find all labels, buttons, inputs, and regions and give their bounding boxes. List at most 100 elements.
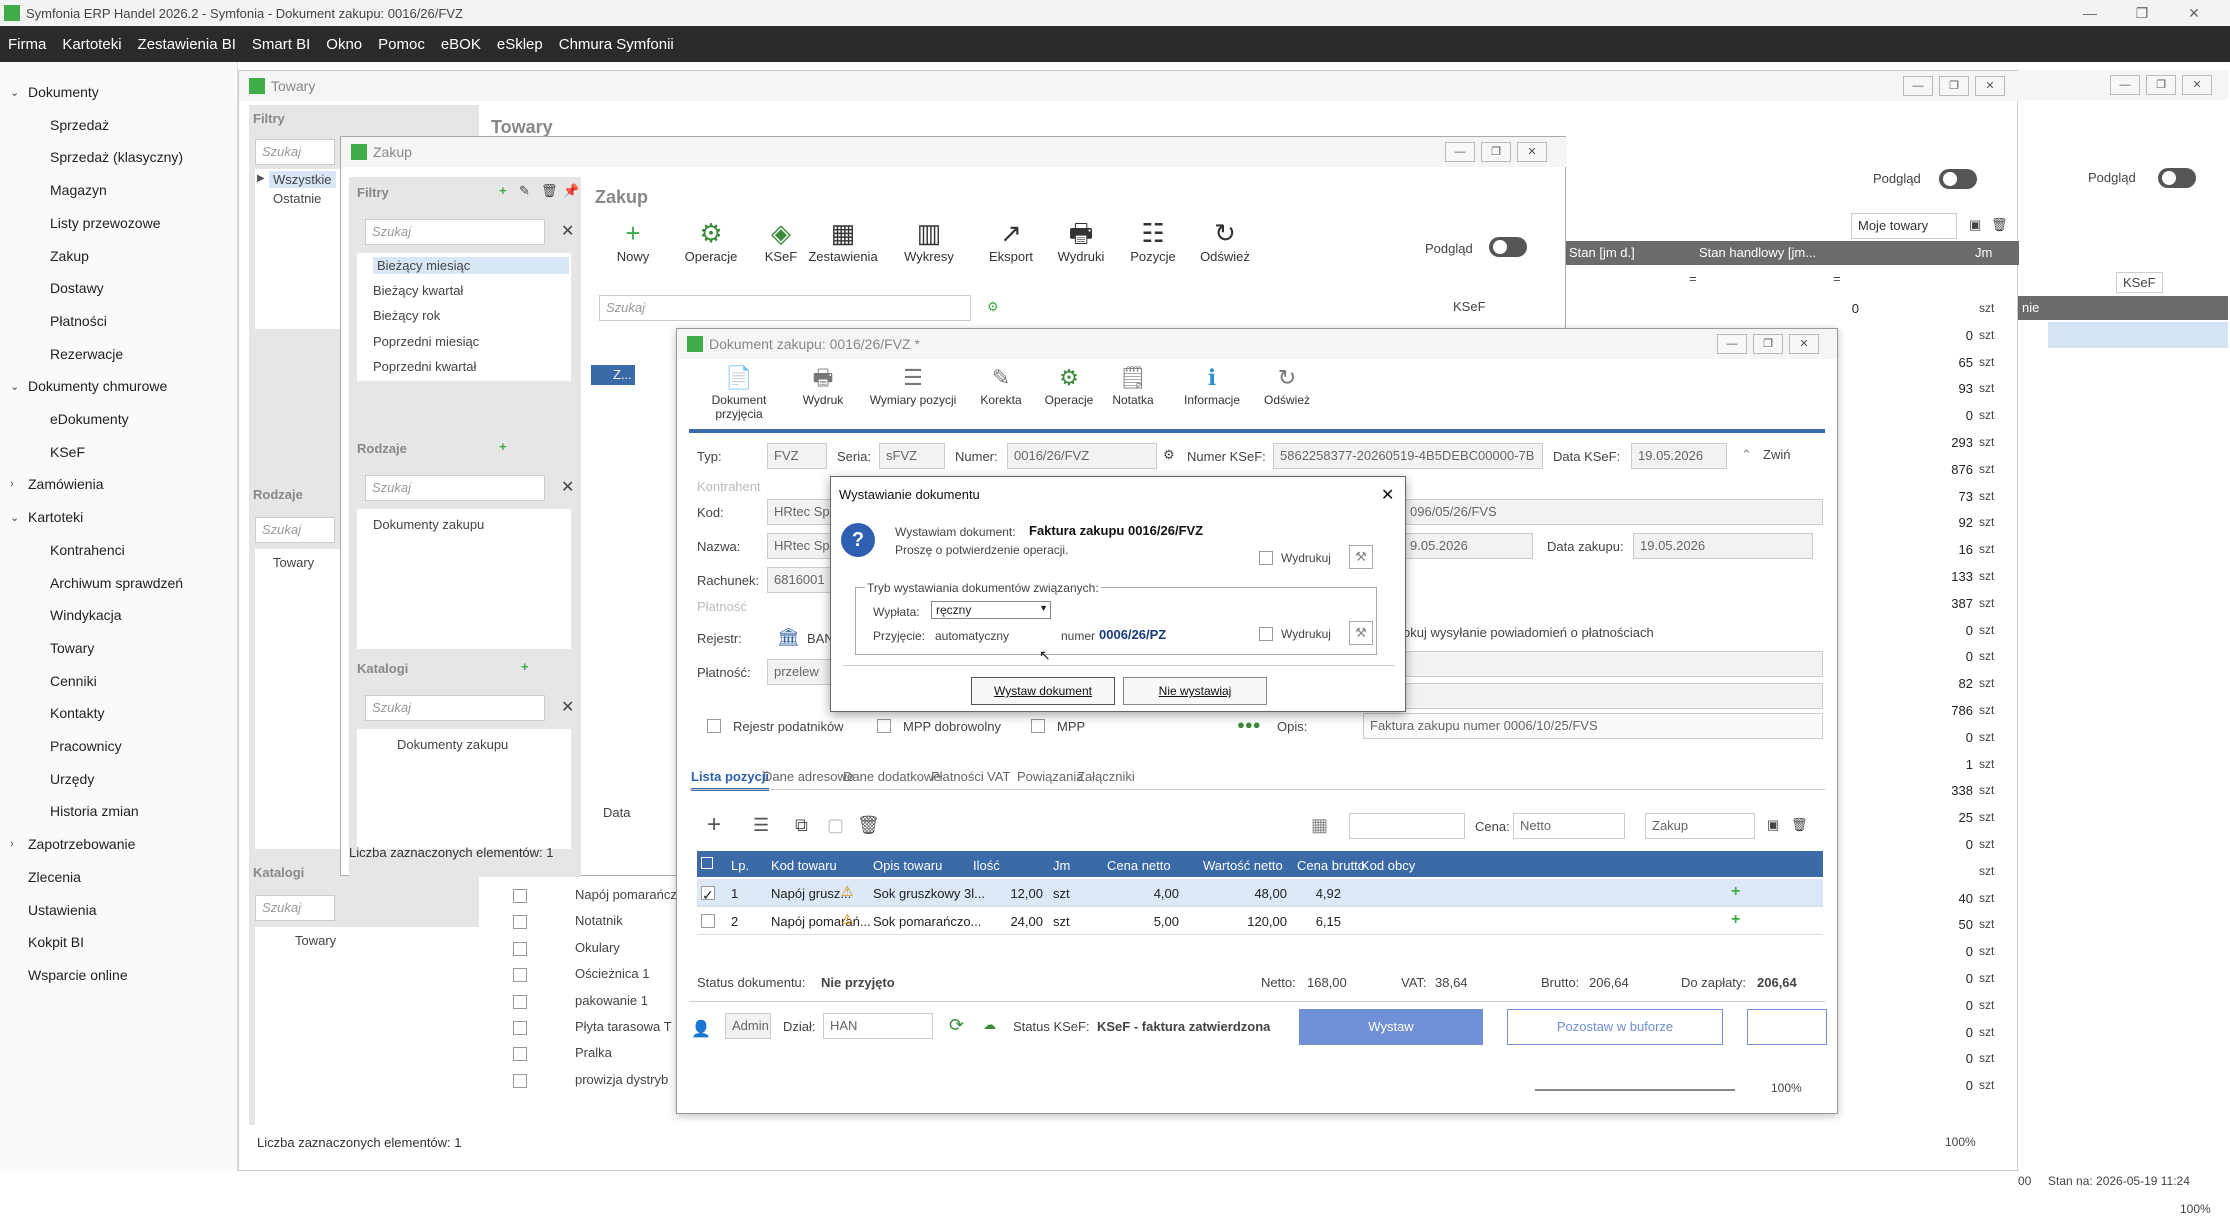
chevron-right-icon[interactable]: › bbox=[10, 478, 14, 490]
row-checkbox[interactable] bbox=[513, 994, 527, 1009]
menu-item[interactable]: Pomoc bbox=[370, 36, 433, 53]
rodzaj-item[interactable]: Towary bbox=[273, 555, 314, 570]
data-ksef-field[interactable]: 19.05.2026 bbox=[1631, 443, 1727, 469]
sidebar-item[interactable]: Kokpit BI bbox=[28, 934, 84, 950]
filter-item[interactable]: Poprzedni kwartał bbox=[373, 359, 476, 374]
sidebar-item[interactable]: Listy przewozowe bbox=[50, 215, 161, 231]
selected-row[interactable] bbox=[2048, 322, 2228, 348]
collapse-button[interactable]: Zwiń bbox=[1763, 447, 1790, 462]
paste-icon[interactable]: ▢ bbox=[827, 815, 844, 836]
sidebar-item[interactable]: Magazyn bbox=[50, 182, 107, 198]
sidebar-item[interactable]: KSeF bbox=[50, 444, 85, 460]
sidebar-item[interactable]: Zapotrzebowanie bbox=[28, 836, 135, 852]
product-name[interactable]: Napój pomarańcz bbox=[575, 887, 677, 902]
tab-1[interactable]: Dane adresowe bbox=[763, 769, 854, 784]
cena-typ-select[interactable]: Zakup bbox=[1645, 813, 1755, 839]
close-icon[interactable]: ✕ bbox=[1975, 76, 2005, 96]
toolbar-button[interactable]: ⚙ Operacje bbox=[675, 217, 747, 264]
sidebar-item[interactable]: Zlecenia bbox=[28, 869, 81, 885]
mpp-dobrowolny-checkbox[interactable] bbox=[877, 719, 891, 733]
sidebar-item[interactable]: Dostawy bbox=[50, 280, 104, 296]
copy-icon[interactable]: ⧉ bbox=[795, 815, 808, 836]
row-checkbox[interactable] bbox=[513, 1073, 527, 1088]
data-wystawienia-field[interactable]: 9.05.2026 bbox=[1403, 533, 1533, 559]
restore-icon[interactable]: ❐ bbox=[1939, 76, 1969, 96]
search-input[interactable]: Szukaj bbox=[365, 475, 545, 501]
close-icon[interactable]: ✕ bbox=[2182, 75, 2212, 95]
sidebar-item[interactable]: Archiwum sprawdzeń bbox=[50, 575, 183, 591]
menu-item[interactable]: Zestawienia BI bbox=[130, 36, 244, 53]
preview-toggle[interactable] bbox=[2158, 168, 2196, 188]
minimize-icon[interactable]: — bbox=[1903, 76, 1933, 96]
search-input[interactable]: Szukaj bbox=[255, 139, 335, 165]
toolbar-button[interactable]: ↻ Odśwież bbox=[1255, 363, 1319, 407]
collapse-icon[interactable]: ⌃ bbox=[1741, 447, 1752, 463]
delete-icon[interactable]: 🗑 bbox=[857, 815, 880, 836]
ksef-select[interactable]: KSeF bbox=[2116, 272, 2163, 293]
issue-button[interactable]: Wystaw dokument bbox=[971, 677, 1115, 705]
close-icon[interactable]: ✕ bbox=[1381, 485, 1394, 505]
minimize-icon[interactable]: — bbox=[2064, 0, 2116, 26]
filter-operator[interactable]: = bbox=[1689, 271, 1697, 286]
notification-option[interactable]: okuj wysyłanie powiadomień o płatnościac… bbox=[1403, 625, 1654, 640]
tab-4[interactable]: VAT bbox=[987, 769, 1010, 784]
list-icon[interactable]: ☰ bbox=[753, 815, 769, 836]
minimize-icon[interactable]: — bbox=[2110, 75, 2140, 95]
preview-toggle[interactable] bbox=[1939, 169, 1977, 189]
refresh-icon[interactable]: ⟳ bbox=[949, 1015, 964, 1036]
print-settings-icon[interactable]: ⚒ bbox=[1349, 545, 1373, 569]
add-icon[interactable]: + bbox=[499, 439, 507, 454]
search-input[interactable]: Szukaj bbox=[365, 695, 545, 721]
filter-item[interactable]: Bieżący rok bbox=[373, 308, 440, 323]
clear-icon[interactable]: ✕ bbox=[561, 697, 574, 717]
doc-obcy-field[interactable]: 096/05/26/FVS bbox=[1403, 499, 1823, 525]
toolbar-button[interactable]: ↗ Eksport bbox=[975, 217, 1047, 264]
opis-field[interactable]: Faktura zakupu numer 0006/10/25/FVS bbox=[1363, 713, 1823, 739]
view-select[interactable]: Moje towary bbox=[1851, 213, 1957, 239]
save-icon[interactable]: ▣ bbox=[1767, 817, 1779, 833]
filter-item[interactable]: Bieżący kwartał bbox=[373, 283, 463, 298]
numer-field[interactable]: 0016/26/FVZ bbox=[1007, 443, 1157, 469]
restore-icon[interactable]: ❐ bbox=[1481, 142, 1511, 162]
tab-0[interactable]: Lista pozycji bbox=[691, 769, 770, 791]
cena-select[interactable]: Netto bbox=[1513, 813, 1625, 839]
sidebar-item[interactable]: Kontakty bbox=[50, 705, 104, 721]
dzial-select[interactable]: HAN bbox=[823, 1013, 933, 1039]
row-checkbox[interactable] bbox=[513, 1021, 527, 1035]
filter-item[interactable]: Bieżący miesiąc bbox=[373, 257, 569, 274]
preview-toggle[interactable] bbox=[1489, 237, 1527, 257]
sidebar-item[interactable]: Zakup bbox=[50, 248, 89, 264]
wyplata-select[interactable]: ręczny ▼ bbox=[931, 601, 1051, 619]
restore-icon[interactable]: ❐ bbox=[1753, 334, 1783, 354]
add-icon[interactable]: + bbox=[707, 811, 721, 839]
row-checkbox[interactable] bbox=[513, 915, 527, 930]
clear-icon[interactable]: ✕ bbox=[561, 477, 574, 497]
filter-operator[interactable]: = bbox=[1833, 271, 1841, 286]
pin-icon[interactable]: 📌 bbox=[563, 183, 579, 199]
sidebar-item[interactable]: Wsparcie online bbox=[28, 967, 128, 983]
tab-5[interactable]: Powiązania bbox=[1017, 769, 1084, 784]
minimize-icon[interactable]: — bbox=[1717, 334, 1747, 354]
chevron-right-icon[interactable]: › bbox=[10, 838, 14, 850]
toolbar-button[interactable]: ▦ Zestawienia bbox=[807, 217, 879, 264]
seria-select[interactable]: sFVZ bbox=[879, 443, 945, 469]
product-name[interactable]: Okulary bbox=[575, 940, 620, 955]
gear-icon[interactable]: ⚙ bbox=[1163, 447, 1175, 463]
sidebar-item[interactable]: Sprzedaż bbox=[50, 117, 109, 133]
menu-item[interactable]: eBOK bbox=[433, 36, 489, 53]
product-name[interactable]: Pralka bbox=[575, 1045, 612, 1060]
close-icon[interactable]: ✕ bbox=[1789, 334, 1819, 354]
data-zakupu-field[interactable]: 19.05.2026 bbox=[1633, 533, 1813, 559]
toolbar-button[interactable]: 🖶 Wydruk bbox=[793, 363, 853, 407]
toolbar-button[interactable]: ✎ Korekta bbox=[969, 363, 1033, 407]
menu-item[interactable]: Okno bbox=[318, 36, 370, 53]
minimize-icon[interactable]: — bbox=[1445, 142, 1475, 162]
scan-field[interactable] bbox=[1349, 813, 1465, 839]
sidebar-item[interactable]: Towary bbox=[50, 640, 94, 656]
save-icon[interactable]: ▣ bbox=[1969, 217, 1981, 233]
product-name[interactable]: pakowanie 1 bbox=[575, 993, 648, 1008]
delete-icon[interactable]: 🗑 bbox=[1791, 817, 1808, 833]
toolbar-button[interactable]: ↻ Odśwież bbox=[1189, 217, 1261, 264]
empty-field[interactable] bbox=[1403, 683, 1823, 709]
print-checkbox[interactable] bbox=[1259, 551, 1273, 565]
